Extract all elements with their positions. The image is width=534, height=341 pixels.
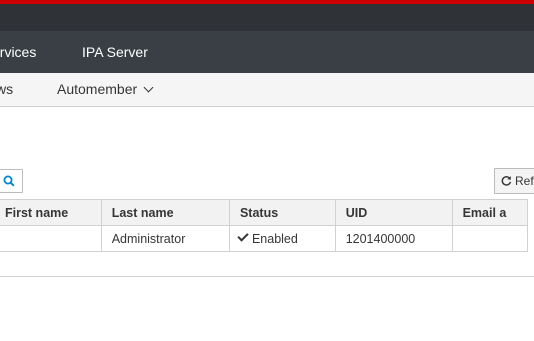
table-header-row: First name Last name Status UID Email a <box>0 199 529 226</box>
search-button[interactable] <box>0 169 23 193</box>
status-label: Enabled <box>251 231 298 246</box>
refresh-button[interactable]: Ref <box>494 168 534 194</box>
column-header-first-name[interactable]: First name <box>0 199 102 226</box>
column-header-last-name[interactable]: Last name <box>100 199 230 226</box>
column-header-uid[interactable]: UID <box>334 199 453 226</box>
subnav-item-automember[interactable]: Automember <box>57 73 154 106</box>
masthead <box>0 4 534 31</box>
nav-item-ipa-server[interactable]: IPA Server <box>82 31 148 73</box>
refresh-label: Ref <box>515 174 534 188</box>
primary-nav: ervices IPA Server <box>0 31 534 73</box>
search-icon <box>3 175 15 187</box>
page: ervices IPA Server ws Automember Ref Fir… <box>0 0 534 341</box>
secondary-nav: ws Automember <box>0 73 534 107</box>
users-table: First name Last name Status UID Email a … <box>0 199 529 252</box>
check-icon <box>237 229 249 242</box>
subnav-item-automember-label: Automember <box>57 81 138 97</box>
cell-uid: 1201400000 <box>334 225 453 252</box>
table-summary: s. <box>0 251 534 277</box>
cell-first-name <box>0 225 102 252</box>
column-header-email[interactable]: Email a <box>451 199 529 226</box>
table-row[interactable]: Administrator Enabled 1201400000 <box>0 225 529 252</box>
refresh-icon <box>501 176 512 186</box>
chevron-down-icon <box>143 82 154 93</box>
cell-status: Enabled <box>228 225 336 252</box>
column-header-status[interactable]: Status <box>228 199 336 226</box>
cell-last-name: Administrator <box>100 225 230 252</box>
subnav-item-views[interactable]: ws <box>0 73 13 106</box>
cell-email <box>451 225 529 252</box>
nav-item-services[interactable]: ervices <box>0 31 36 73</box>
